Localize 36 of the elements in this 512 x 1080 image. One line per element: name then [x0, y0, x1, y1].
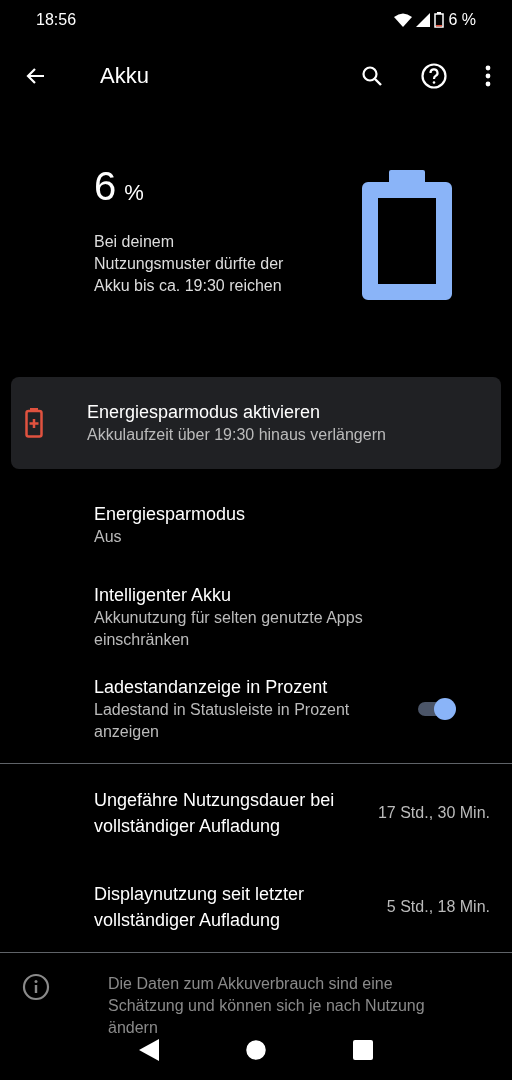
battery-saver-suggestion[interactable]: Energiesparmodus aktivieren Akkulaufzeit über 19:30 hinaus verlängern: [11, 377, 501, 469]
setting-summary: Ladestand in Statusleiste in Prozent anzeigen: [94, 700, 351, 742]
search-icon: [360, 64, 384, 88]
battery-percent: 6 %: [448, 11, 476, 29]
setting-title[interactable]: Intelligenter Akku: [94, 583, 416, 607]
usage-value: 17 Std., 30 Min.: [377, 804, 490, 822]
help-icon: [420, 62, 448, 90]
recents-button[interactable]: [353, 1040, 374, 1060]
wifi-icon: [394, 13, 413, 27]
battery-icon: [434, 12, 445, 28]
setting-summary: Akkunutzung für selten genutzte Apps einschränken: [94, 608, 364, 650]
back-nav-button[interactable]: [138, 1039, 159, 1061]
more-icon: [485, 65, 491, 87]
triangle-icon: [138, 1039, 159, 1061]
usage-value: 5 Std., 18 Min.: [386, 898, 490, 916]
info-icon: [22, 973, 50, 1001]
suggestion-subtitle: Akkulaufzeit über 19:30 hinaus verlängern: [87, 425, 386, 445]
usage-label: Ungefähre Nutzungsdauer bei vollständiger Aufladung: [94, 789, 336, 838]
battery-icon: [362, 170, 452, 300]
percent-unit: %: [124, 180, 144, 206]
help-button[interactable]: [418, 60, 450, 92]
usage-label: Displaynutzung seit letzter vollständiger Aufladung: [94, 883, 306, 932]
battery-estimate: Bei deinem Nutzungsmuster dürfte der Akku bis ca. 19:30 reichen: [94, 232, 285, 296]
home-button[interactable]: [244, 1038, 268, 1062]
square-icon: [353, 1040, 374, 1060]
signal-icon: [416, 13, 431, 27]
battery-level: 6: [94, 164, 117, 209]
setting-summary: Aus: [94, 527, 123, 547]
suggestion-title: Energiesparmodus aktivieren: [87, 401, 322, 424]
usage-disclaimer: Die Daten zum Akkuverbrauch sind eine Schätzung und können sich je nach Nutzung ändern: [108, 974, 426, 1038]
page-title: Akku: [100, 63, 150, 89]
battery-plus-icon: [25, 408, 43, 438]
setting-title[interactable]: Ladestandanzeige in Prozent: [94, 675, 416, 699]
setting-title[interactable]: Energiesparmodus: [94, 502, 416, 526]
status-time: 18:56: [36, 11, 77, 29]
circle-icon: [244, 1038, 268, 1062]
